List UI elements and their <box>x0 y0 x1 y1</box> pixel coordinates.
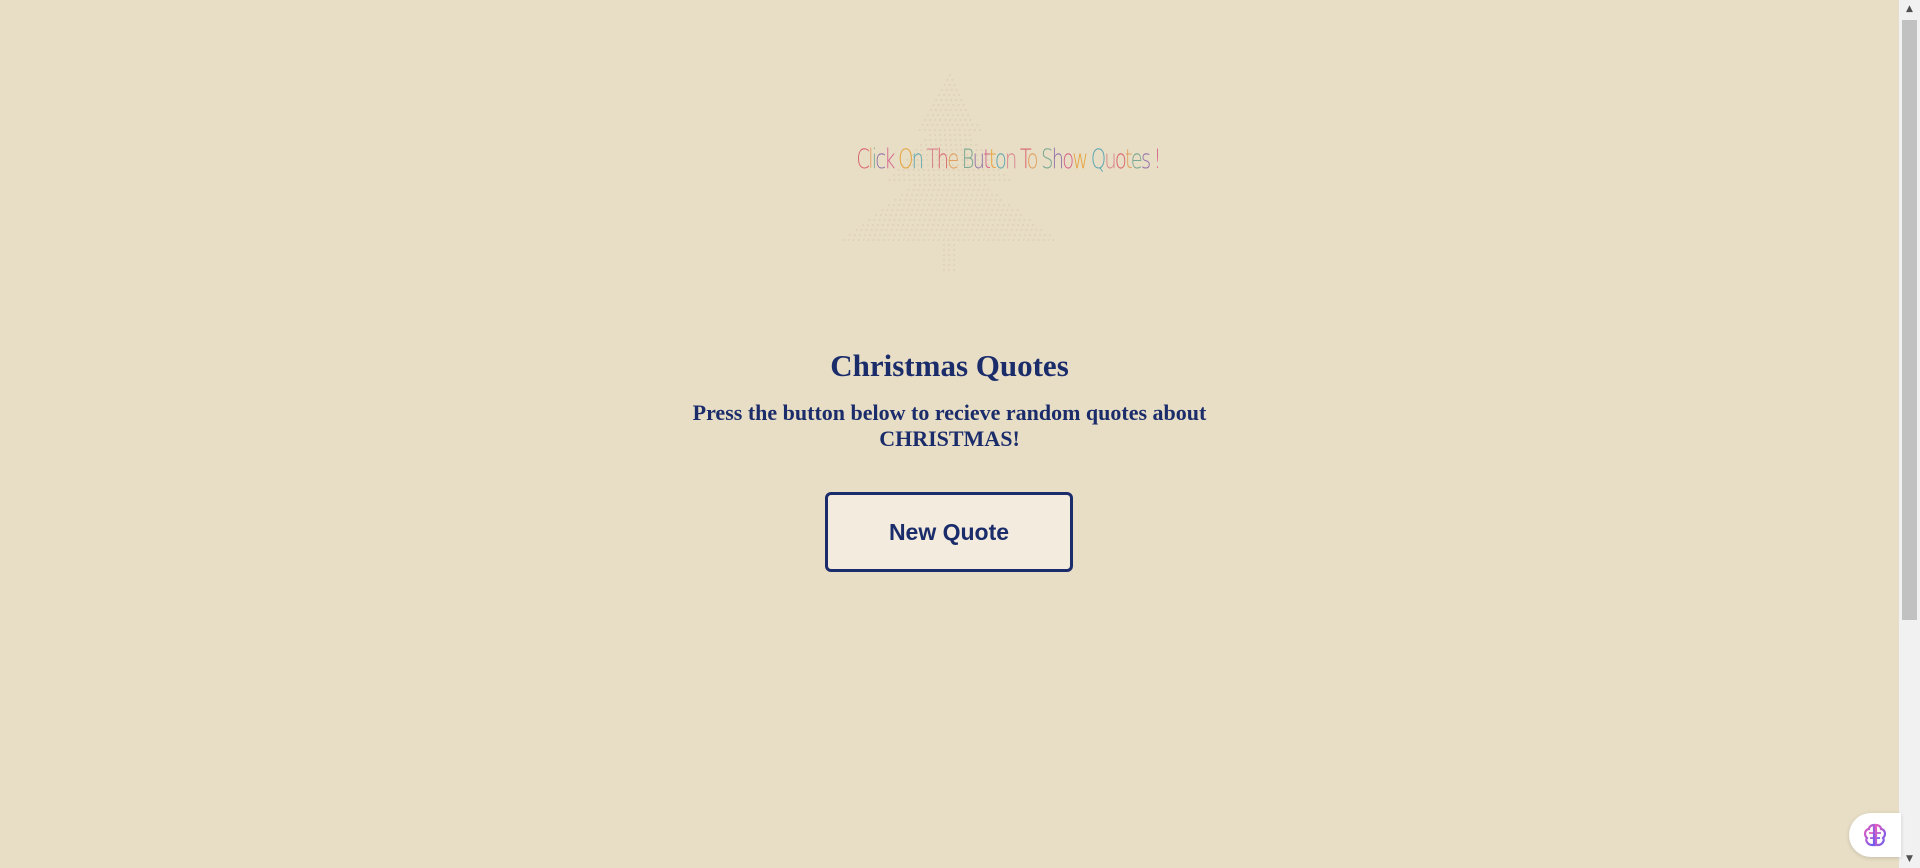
new-quote-button[interactable]: New Quote <box>825 492 1073 572</box>
page-subtitle: Press the button below to recieve random… <box>692 400 1207 451</box>
page: Click On The Button To Show Quotes ! Chr… <box>0 0 1899 868</box>
quote-banner: Click On The Button To Show Quotes ! <box>820 70 1162 280</box>
scroll-up-arrow-icon[interactable]: ▲ <box>1899 0 1920 18</box>
banner-text: Click On The Button To Show Quotes ! <box>856 144 1161 175</box>
vertical-scrollbar[interactable]: ▲ ▼ <box>1899 0 1920 868</box>
scroll-down-arrow-icon[interactable]: ▼ <box>1899 850 1920 868</box>
assistant-widget-button[interactable] <box>1849 813 1901 857</box>
page-title: Christmas Quotes <box>830 348 1069 383</box>
christmas-tree-dots <box>842 74 1055 271</box>
brain-icon <box>1863 823 1887 847</box>
scrollbar-thumb[interactable] <box>1902 20 1917 620</box>
